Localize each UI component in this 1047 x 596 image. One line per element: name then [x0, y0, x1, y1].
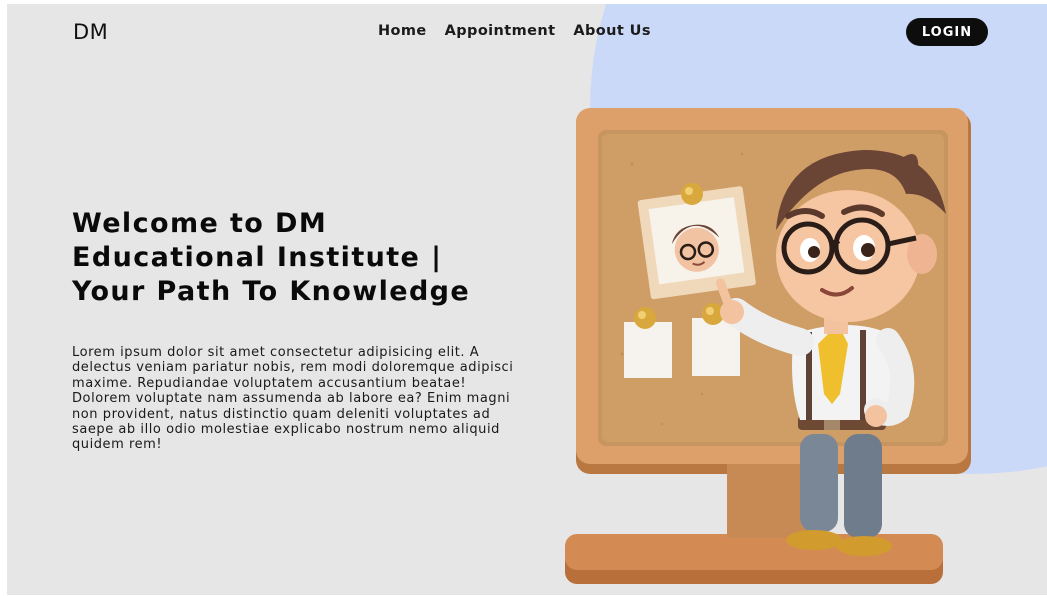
pin-icon	[681, 183, 703, 205]
page: DM Home Appointment About Us LOGIN Welco…	[7, 4, 1047, 595]
hero-description: Lorem ipsum dolor sit amet consectetur a…	[72, 345, 514, 453]
nav-about-us[interactable]: About Us	[573, 23, 650, 39]
login-button[interactable]: LOGIN	[906, 18, 988, 46]
hero-title-line-3: Your Path To Knowledge	[72, 276, 471, 307]
nav-appointment[interactable]: Appointment	[445, 23, 556, 39]
main-nav: Home Appointment About Us	[378, 23, 669, 39]
hero-title-line-2: Educational Institute |	[72, 242, 443, 273]
pin-icon	[634, 307, 656, 329]
hero-title-line-1: Welcome to DM	[72, 208, 328, 239]
site-logo[interactable]: DM	[73, 20, 108, 44]
sticky-note	[624, 322, 672, 378]
hero-title: Welcome to DM Educational Institute | Yo…	[72, 207, 542, 309]
nav-home[interactable]: Home	[378, 23, 427, 39]
teacher-illustration	[565, 108, 971, 584]
